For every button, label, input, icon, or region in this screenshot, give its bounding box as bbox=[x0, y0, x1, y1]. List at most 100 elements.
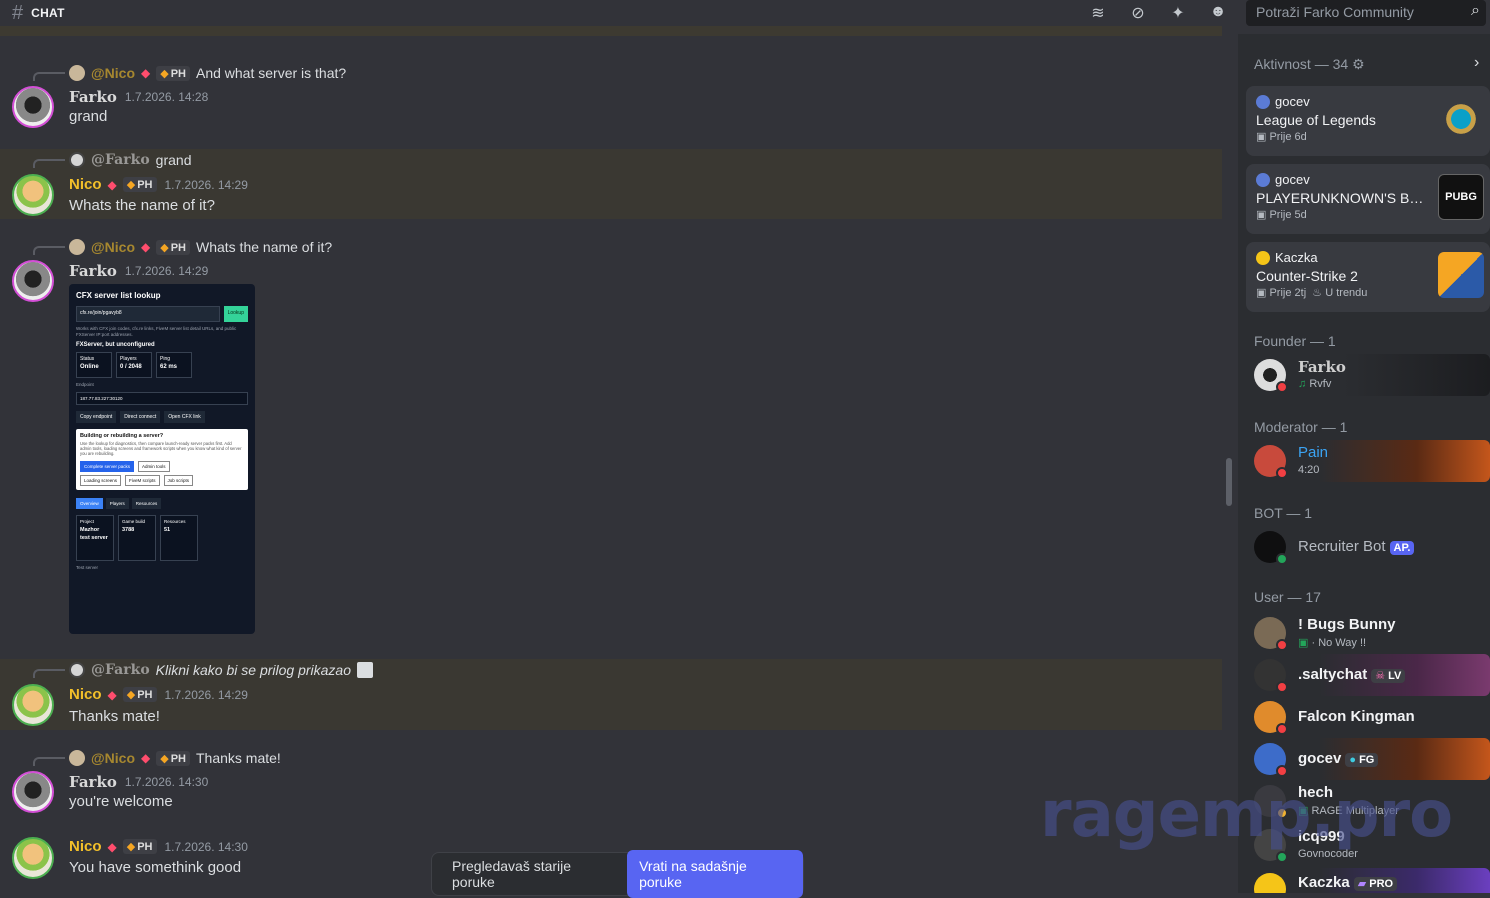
message-header: Nico ◆ ◆ PH 1.7.2026. 14:30 bbox=[69, 838, 248, 855]
hashtag-icon: # bbox=[12, 2, 24, 24]
online-status-icon bbox=[1276, 553, 1288, 565]
avatar bbox=[69, 65, 85, 81]
image-icon bbox=[357, 662, 373, 678]
member-item[interactable]: .saltychat ☠ LV bbox=[1246, 654, 1490, 696]
dnd-status-icon bbox=[1276, 765, 1288, 777]
jump-to-present-button[interactable]: Vrati na sadašnje poruke bbox=[627, 850, 803, 898]
member-sidebar[interactable]: Aktivnost — 34 ⚙ › gocev League of Legen… bbox=[1238, 34, 1490, 893]
message[interactable]: @Nico ◆ ◆ PH Thanks mate! Farko 1.7.2026.… bbox=[0, 747, 1222, 815]
scrollbar-thumb[interactable] bbox=[1226, 458, 1232, 506]
fire-icon: ♨ bbox=[1312, 287, 1323, 299]
activity-header[interactable]: Aktivnost — 34 ⚙ › bbox=[1254, 54, 1479, 73]
chevron-right-icon[interactable]: › bbox=[1474, 54, 1479, 72]
gamepad-icon: ▣ bbox=[1256, 287, 1267, 299]
gem-icon: ◆ bbox=[107, 839, 117, 854]
dnd-status-icon bbox=[1276, 381, 1288, 393]
avatar bbox=[69, 750, 85, 766]
reply-preview[interactable]: @Nico ◆ ◆ PH Thanks mate! bbox=[69, 750, 281, 766]
league-of-legends-icon bbox=[1438, 96, 1484, 142]
message[interactable]: @Farko Klikni kako bi se prilog prikazao… bbox=[0, 659, 1222, 730]
dnd-status-icon bbox=[1276, 723, 1288, 735]
message[interactable]: @Farko grand Nico ◆ ◆ PH 1.7.2026. 14:29 … bbox=[0, 149, 1222, 219]
member-item[interactable]: ! Bugs Bunny ▣ · No Way !! bbox=[1246, 612, 1490, 654]
message-text: you're welcome bbox=[69, 793, 173, 810]
guild-tag: ◆ PH bbox=[122, 687, 157, 702]
avatar[interactable] bbox=[12, 684, 54, 726]
guild-tag: ◆ PH bbox=[122, 177, 157, 192]
activity-card[interactable]: gocev PLAYERUNKNOWN'S BAT... ▣ Prije 5d … bbox=[1246, 164, 1490, 234]
reply-connector bbox=[33, 72, 65, 81]
reply-preview[interactable]: @Nico ◆ ◆ PH Whats the name of it? bbox=[69, 239, 332, 255]
guild-tag: ◆ PH bbox=[156, 65, 190, 81]
gamepad-icon: ▣ bbox=[1256, 131, 1267, 143]
avatar[interactable] bbox=[12, 86, 54, 128]
avatar bbox=[1254, 873, 1286, 893]
member-item[interactable]: Kaczka ▰ PRO bbox=[1246, 868, 1490, 893]
member-item[interactable]: Recruiter Bot AP. bbox=[1246, 526, 1490, 568]
counter-strike-icon bbox=[1438, 252, 1484, 298]
guild-tag: ▰ PRO bbox=[1353, 877, 1398, 891]
gem-icon: ◆ bbox=[107, 687, 117, 702]
role-header: Moderator — 1 bbox=[1254, 419, 1348, 435]
avatar bbox=[69, 152, 85, 168]
reply-connector bbox=[33, 159, 65, 168]
message[interactable]: @Nico ◆ ◆ PH And what server is that? Far… bbox=[0, 62, 1222, 130]
reply-preview[interactable]: @Farko grand bbox=[69, 152, 191, 168]
message-list[interactable]: @Nico ◆ ◆ PH And what server is that? Far… bbox=[0, 26, 1222, 893]
guild-tag: ☠ LV bbox=[1371, 669, 1406, 683]
gamepad-icon: ▣ bbox=[1298, 637, 1309, 649]
gem-icon: ◆ bbox=[141, 66, 151, 80]
member-item[interactable]: hech ▣ RAGE Multiplayer bbox=[1246, 780, 1490, 822]
pubg-icon: PUBG bbox=[1438, 174, 1484, 220]
activity-card[interactable]: Kaczka Counter-Strike 2 ▣ Prije 2tj ♨ U … bbox=[1246, 242, 1490, 312]
reply-connector bbox=[33, 246, 65, 255]
role-header: User — 17 bbox=[1254, 589, 1321, 605]
gem-icon: ◆ bbox=[107, 177, 117, 192]
message-header: Farko 1.7.2026. 14:28 bbox=[69, 88, 209, 106]
message-text: grand bbox=[69, 108, 108, 125]
dnd-status-icon bbox=[1276, 681, 1288, 693]
avatar bbox=[69, 662, 85, 678]
mute-icon[interactable]: ⊘ bbox=[1128, 3, 1148, 23]
guild-tag: ◆ PH bbox=[156, 750, 190, 766]
message-text: You have somethink good bbox=[69, 859, 242, 876]
members-icon[interactable]: ☻ bbox=[1208, 3, 1228, 23]
member-item[interactable]: gocev ● FG bbox=[1246, 738, 1490, 780]
reply-preview[interactable]: @Nico ◆ ◆ PH And what server is that? bbox=[69, 65, 346, 81]
message-header: Farko 1.7.2026. 14:30 bbox=[69, 773, 209, 791]
gear-icon[interactable]: ⚙ bbox=[1352, 56, 1365, 72]
channel-name: CHAT bbox=[31, 6, 65, 20]
guild-tag: ◆ PH bbox=[122, 839, 157, 854]
bot-badge: AP. bbox=[1389, 541, 1415, 555]
message-text: Thanks mate! bbox=[69, 708, 160, 725]
threads-icon[interactable]: ≋ bbox=[1088, 3, 1108, 23]
music-icon: ♫ bbox=[1298, 378, 1307, 390]
idle-status-icon bbox=[1276, 807, 1288, 819]
role-header: Founder — 1 bbox=[1254, 333, 1336, 349]
image-attachment[interactable]: CFX server list lookup cfx.re/join/pgavy… bbox=[69, 284, 255, 634]
avatar[interactable] bbox=[12, 771, 54, 813]
dnd-status-icon bbox=[1276, 639, 1288, 651]
reply-preview[interactable]: @Farko Klikni kako bi se prilog prikazao bbox=[69, 662, 373, 678]
avatar[interactable] bbox=[12, 174, 54, 216]
gamepad-icon: ▣ bbox=[1256, 209, 1267, 221]
member-item[interactable]: Falcon Kingman bbox=[1246, 696, 1490, 738]
reply-connector bbox=[33, 669, 65, 678]
avatar bbox=[1256, 94, 1270, 109]
search-icon[interactable]: ⌕ bbox=[1471, 2, 1480, 20]
gem-icon: ◆ bbox=[141, 240, 151, 254]
header-toolbar: ≋ ⊘ ✦ ☻ bbox=[1088, 3, 1228, 23]
avatar bbox=[1256, 172, 1270, 187]
message-header: Farko 1.7.2026. 14:29 bbox=[69, 262, 209, 280]
member-item[interactable]: Farko ♫ Rvfv bbox=[1246, 354, 1490, 396]
pin-icon[interactable]: ✦ bbox=[1168, 3, 1188, 23]
search-input[interactable]: Potraži Farko Community ⌕ bbox=[1246, 0, 1486, 26]
member-item[interactable]: Pain 4:20 bbox=[1246, 440, 1490, 482]
avatar[interactable] bbox=[12, 837, 54, 879]
member-item[interactable]: icq999 Govnocoder bbox=[1246, 824, 1490, 866]
activity-card[interactable]: gocev League of Legends ▣ Prije 6d bbox=[1246, 86, 1490, 156]
avatar[interactable] bbox=[12, 260, 54, 302]
avatar bbox=[69, 239, 85, 255]
message-header: Nico ◆ ◆ PH 1.7.2026. 14:29 bbox=[69, 176, 248, 193]
reply-connector bbox=[33, 757, 65, 766]
